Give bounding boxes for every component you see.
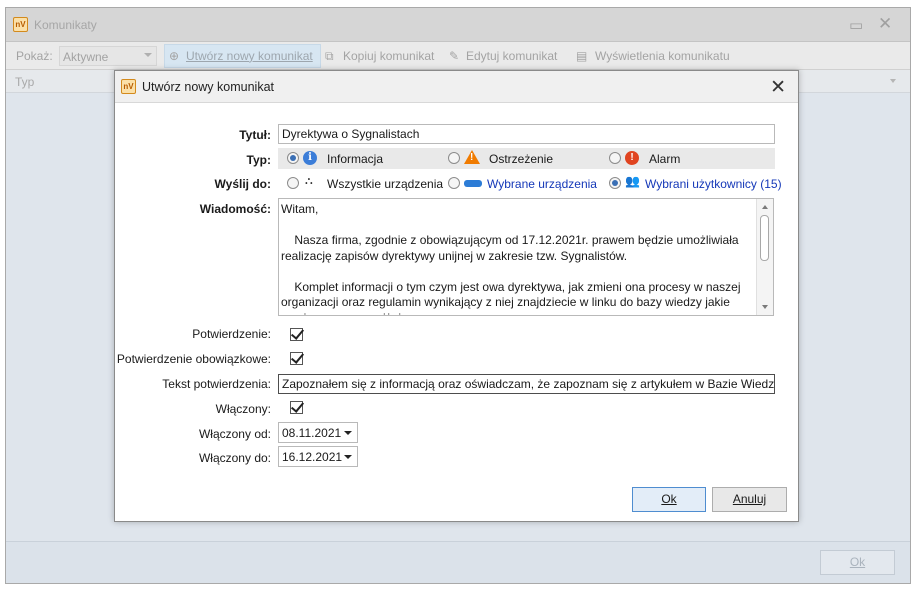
confirm-text-label: Tekst potwierdzenia: — [162, 377, 271, 391]
enabled-to-date-picker[interactable]: 16.12.2021 — [278, 446, 358, 467]
send-selected-devices-label[interactable]: Wybrane urządzenia — [487, 177, 597, 191]
title-label: Tytuł: — [239, 128, 271, 142]
send-all-devices-radio[interactable] — [287, 177, 299, 189]
title-input[interactable]: Dyrektywa o Sygnalistach — [278, 124, 775, 144]
type-info-label[interactable]: Informacja — [327, 152, 383, 166]
show-filter-select[interactable]: Aktywne — [59, 46, 157, 66]
main-ok-button[interactable]: Ok — [820, 550, 895, 575]
type-warning-label[interactable]: Ostrzeżenie — [489, 152, 553, 166]
views-icon: ▤ — [576, 49, 588, 63]
scroll-thumb[interactable] — [760, 215, 769, 261]
type-alarm-label[interactable]: Alarm — [649, 152, 680, 166]
chevron-down-icon[interactable] — [344, 455, 352, 459]
dialog-title-bar: nV Utwórz nowy komunikat ✕ — [115, 71, 798, 103]
confirm-text-input[interactable]: Zapoznałem się z informacją oraz oświadc… — [278, 374, 775, 394]
show-filter-label: Pokaż: — [16, 49, 53, 63]
enabled-from-label: Włączony od: — [198, 427, 271, 441]
confirm-checkbox[interactable] — [290, 328, 303, 341]
type-alarm-radio[interactable] — [609, 152, 621, 164]
confirm-required-label: Potwierdzenie obowiązkowe: — [116, 352, 271, 366]
message-text[interactable]: Witam, Nasza firma, zgodnie z obowiązują… — [281, 202, 755, 315]
confirm-label: Potwierdzenie: — [192, 327, 271, 341]
create-message-dialog: nV Utwórz nowy komunikat ✕ Tytuł: Dyrekt… — [114, 70, 799, 522]
enabled-to-value: 16.12.2021 — [282, 450, 343, 464]
cancel-button[interactable]: Anuluj — [712, 487, 787, 512]
devices-icon — [464, 180, 482, 187]
send-selected-users-radio[interactable] — [609, 177, 621, 189]
main-title-bar: nV Komunikaty ▭ ✕ — [6, 8, 910, 42]
enabled-from-date-picker[interactable]: 08.11.2021 — [278, 422, 358, 443]
maximize-icon[interactable]: ▭ — [849, 16, 863, 34]
type-label: Typ: — [246, 153, 271, 167]
type-warning-radio[interactable] — [448, 152, 460, 164]
main-window-title: Komunikaty — [34, 18, 97, 32]
new-message-label[interactable]: Utwórz nowy komunikat — [186, 49, 313, 63]
scroll-down-icon[interactable] — [762, 305, 768, 309]
alarm-icon: ! — [625, 151, 639, 165]
send-to-label: Wyślij do: — [214, 177, 271, 191]
message-views-button[interactable]: Wyświetlenia komunikatu — [595, 49, 730, 63]
enabled-checkbox[interactable] — [290, 401, 303, 414]
plus-circle-icon: ⊕ — [169, 49, 180, 63]
main-footer: Ok — [6, 541, 910, 583]
chevron-down-icon — [144, 53, 152, 57]
network-icon: ⛬ — [305, 175, 313, 187]
chevron-down-icon[interactable] — [344, 431, 352, 435]
warning-mark: ! — [470, 152, 474, 163]
type-info-radio[interactable] — [287, 152, 299, 164]
message-scrollbar[interactable] — [756, 199, 773, 315]
app-logo-icon: nV — [13, 17, 28, 32]
column-type-header[interactable]: Typ — [15, 75, 34, 89]
enabled-to-label: Włączony do: — [198, 451, 271, 465]
confirm-required-checkbox[interactable] — [290, 352, 303, 365]
send-all-devices-label[interactable]: Wszystkie urządzenia — [327, 177, 443, 191]
edit-message-button[interactable]: Edytuj komunikat — [466, 49, 557, 63]
show-filter-value: Aktywne — [63, 50, 109, 64]
app-logo-icon: nV — [121, 79, 136, 94]
copy-message-button[interactable]: Kopiuj komunikat — [343, 49, 434, 63]
close-icon[interactable]: ✕ — [878, 14, 892, 34]
edit-icon: ✎ — [449, 49, 460, 63]
scroll-up-icon[interactable] — [762, 205, 768, 209]
send-selected-devices-radio[interactable] — [448, 177, 460, 189]
chevron-down-icon[interactable] — [890, 79, 896, 83]
message-textarea[interactable]: Witam, Nasza firma, zgodnie z obowiązują… — [278, 198, 774, 316]
main-toolbar: Pokaż: Aktywne ⊕ Utwórz nowy komunikat ⧉… — [6, 42, 910, 70]
send-selected-users-label[interactable]: Wybrani użytkownicy (15) — [645, 177, 782, 191]
dialog-title: Utwórz nowy komunikat — [142, 80, 274, 94]
info-icon: i — [303, 151, 317, 165]
enabled-label: Włączony: — [215, 402, 271, 416]
ok-button[interactable]: Ok — [632, 487, 706, 512]
close-icon[interactable]: ✕ — [770, 76, 786, 99]
copy-icon: ⧉ — [325, 49, 334, 63]
message-label: Wiadomość: — [199, 202, 271, 216]
users-icon: 👥 — [625, 174, 640, 188]
enabled-from-value: 08.11.2021 — [282, 426, 342, 440]
